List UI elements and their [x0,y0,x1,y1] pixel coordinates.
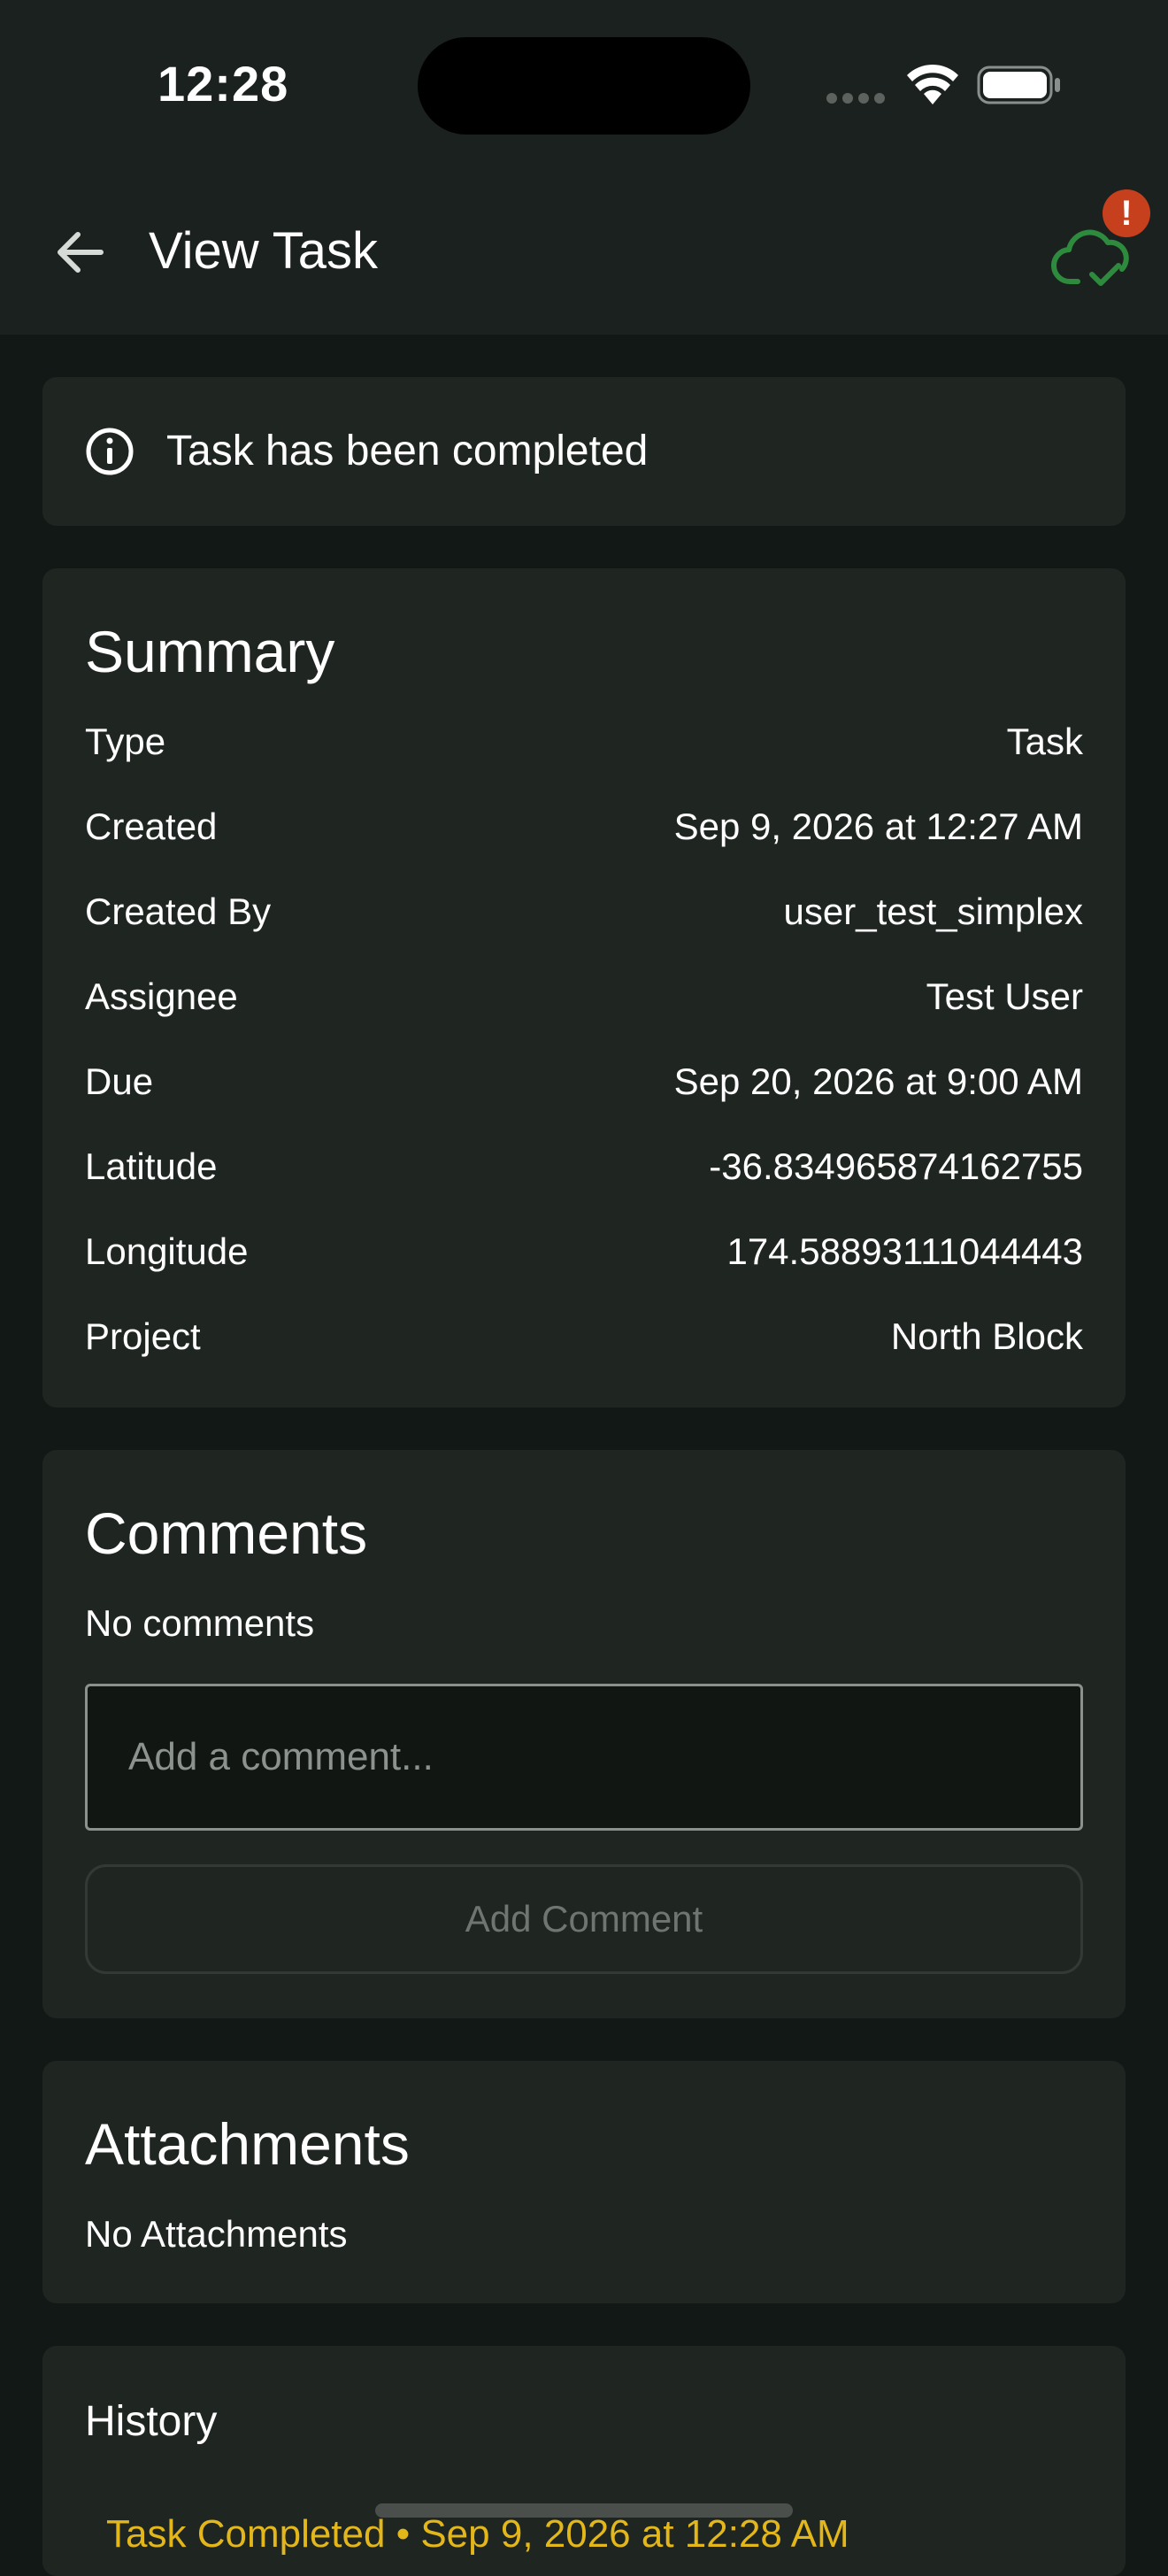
comment-input[interactable] [85,1684,1083,1831]
summary-row-due: Due Sep 20, 2026 at 9:00 AM [85,1060,1083,1114]
status-bar: 12:28 [0,0,1168,168]
summary-value: Task [1006,721,1083,762]
completed-banner: Task has been completed [42,377,1126,526]
battery-icon [977,66,1062,109]
attachments-title: Attachments [85,2111,410,2177]
history-entry: Task Completed • Sep 9, 2026 at 12:28 AM [106,2512,849,2556]
page-title: View Task [149,222,378,280]
summary-value: Sep 9, 2026 at 12:27 AM [673,806,1083,847]
summary-value: 174.58893111044443 [726,1230,1083,1272]
info-icon [85,427,134,481]
banner-message: Task has been completed [166,428,649,474]
summary-label: Created By [85,891,272,932]
summary-card: Summary Type Task Created Sep 9, 2026 at… [42,568,1126,1408]
summary-row-longitude: Longitude 174.58893111044443 [85,1230,1083,1284]
cellular-signal-icon [826,92,890,108]
add-comment-button[interactable]: Add Comment [85,1864,1083,1974]
summary-value: North Block [890,1315,1083,1357]
summary-row-created: Created Sep 9, 2026 at 12:27 AM [85,806,1083,859]
summary-label: Project [85,1315,201,1357]
summary-row-type: Type Task [85,721,1083,774]
home-indicator [375,2503,793,2518]
summary-label: Created [85,806,218,847]
summary-row-project: Project North Block [85,1315,1083,1369]
summary-row-created-by: Created By user_test_simplex [85,891,1083,944]
summary-row-latitude: Latitude -36.834965874162755 [85,1145,1083,1199]
summary-value: Test User [926,976,1083,1017]
summary-label: Assignee [85,976,238,1017]
comments-card: Comments No comments Add Comment [42,1450,1126,2018]
summary-label: Latitude [85,1145,218,1187]
attachments-empty-text: No Attachments [85,2213,348,2255]
summary-label: Type [85,721,166,762]
summary-value: -36.834965874162755 [709,1145,1083,1187]
summary-row-assignee: Assignee Test User [85,976,1083,1029]
wifi-icon [906,64,959,111]
summary-label: Due [85,1060,154,1102]
summary-value: user_test_simplex [783,891,1083,932]
status-time: 12:28 [158,56,289,112]
summary-label: Longitude [85,1230,249,1272]
arrow-left-icon [58,232,104,273]
dynamic-island [418,37,750,135]
sync-warning-badge: ! [1103,189,1150,237]
summary-title: Summary [85,619,335,684]
comments-empty-text: No comments [85,1602,315,1644]
attachments-card: Attachments No Attachments [42,2061,1126,2303]
summary-value: Sep 20, 2026 at 9:00 AM [673,1060,1083,1102]
history-card: History Task Completed • Sep 9, 2026 at … [42,2346,1126,2576]
comments-title: Comments [85,1500,368,1566]
back-button[interactable] [50,221,111,283]
app-bar: View Task ! [0,168,1168,335]
history-title: History [85,2398,218,2445]
